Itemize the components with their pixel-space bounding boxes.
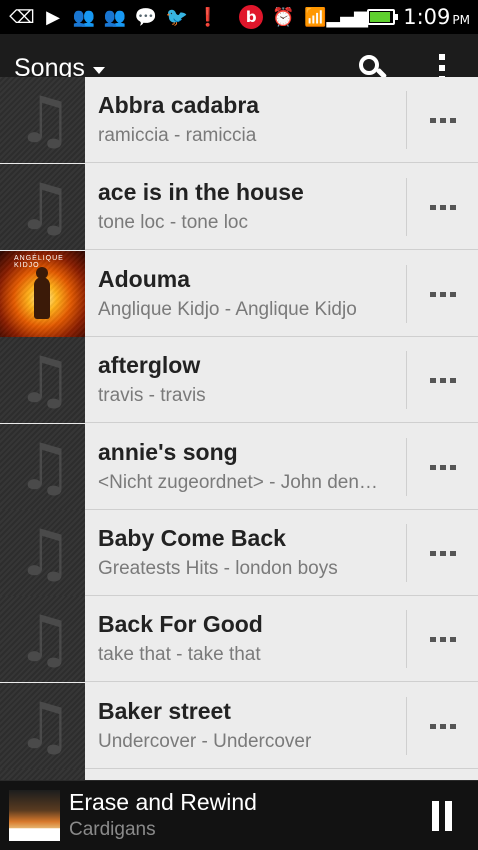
song-title: Abbra cadabra	[98, 92, 260, 118]
song-row[interactable]: ♫ Baby Come Back Greatests Hits - london…	[0, 510, 478, 596]
album-art-placeholder: ♫	[0, 510, 85, 596]
album-art-placeholder: ♫	[0, 683, 85, 769]
song-row[interactable]: ♫	[0, 769, 478, 780]
pause-button[interactable]	[430, 801, 454, 831]
system-icons: b ⏰ 📶 ▂▄▆ 1:09 PM	[239, 4, 470, 30]
song-subtitle: Greatests Hits - london boys	[98, 558, 338, 579]
now-playing-title: Erase and Rewind	[69, 789, 257, 815]
song-options-button[interactable]	[420, 454, 466, 480]
song-title: Baby Come Back	[98, 525, 286, 551]
notification-icons: ⌫ ▶ 👥 👥 💬 🐦 ❗	[9, 4, 220, 30]
alert-icon: ❗	[196, 6, 220, 28]
song-subtitle: Anglique Kidjo - Anglique Kidjo	[98, 299, 357, 320]
song-subtitle: tone loc - tone loc	[98, 212, 248, 233]
song-title: afterglow	[98, 352, 201, 378]
song-row[interactable]: ♫ ace is in the house tone loc - tone lo…	[0, 164, 478, 250]
song-row[interactable]: ♫ Baker street Undercover - Undercover	[0, 683, 478, 769]
twitter-icon: 🐦	[165, 6, 189, 28]
song-row[interactable]: ♫ annie's song <Nicht zugeordnet> - John…	[0, 424, 478, 510]
status-bar: ⌫ ▶ 👥 👥 💬 🐦 ❗ b ⏰ 📶 ▂▄▆ 1:09 PM	[0, 0, 478, 34]
album-art-placeholder: ♫	[0, 77, 85, 163]
song-subtitle: take that - take that	[98, 644, 261, 665]
alarm-icon: ⏰	[272, 6, 295, 28]
album-art-placeholder: ♫	[0, 424, 85, 510]
song-title: Baker street	[98, 698, 231, 724]
song-subtitle: ramiccia - ramiccia	[98, 125, 257, 146]
music-note-icon: ♫	[16, 84, 74, 158]
album-art-placeholder: ♫	[0, 164, 85, 250]
battery-icon	[367, 9, 399, 25]
song-options-button[interactable]	[420, 107, 466, 133]
song-list[interactable]: ♫ Abbra cadabra ramiccia - ramiccia ♫ ac…	[0, 77, 478, 780]
music-note-icon: ♫	[16, 431, 74, 505]
clock: 1:09 PM	[403, 5, 470, 29]
song-subtitle: <Nicht zugeordnet> - John den…	[98, 472, 378, 493]
album-art: ANGÉLIQUE KIDJO	[0, 251, 85, 337]
album-art-placeholder: ♫	[0, 337, 85, 423]
song-row[interactable]: ♫ Abbra cadabra ramiccia - ramiccia	[0, 77, 478, 163]
play-icon: ▶	[46, 6, 60, 28]
music-note-icon: ♫	[16, 171, 74, 245]
music-note-icon: ♫	[16, 603, 74, 677]
beats-icon: b	[239, 5, 264, 29]
song-row[interactable]: ♫ Back For Good take that - take that	[0, 596, 478, 682]
wifi-icon: 📶	[304, 6, 327, 28]
now-playing-artist: Cardigans	[69, 819, 156, 840]
song-title: annie's song	[98, 439, 238, 465]
song-title: ace is in the house	[98, 179, 304, 205]
song-subtitle: travis - travis	[98, 385, 206, 406]
music-note-icon: ♫	[16, 344, 74, 418]
music-note-icon: ♫	[16, 690, 74, 764]
people-icon: 👥	[72, 6, 96, 28]
song-title: Adouma	[98, 266, 190, 292]
now-playing-bar[interactable]: Erase and Rewind Cardigans	[0, 780, 478, 850]
music-note-icon: ♫	[16, 517, 74, 591]
song-options-button[interactable]	[420, 281, 466, 307]
now-playing-album-art	[9, 790, 60, 841]
chat-icon: 💬	[134, 6, 158, 28]
song-options-button[interactable]	[420, 194, 466, 220]
song-subtitle: Undercover - Undercover	[98, 731, 312, 752]
song-options-button[interactable]	[420, 540, 466, 566]
back-icon: ⌫	[9, 6, 35, 28]
song-row[interactable]: ANGÉLIQUE KIDJO Adouma Anglique Kidjo - …	[0, 251, 478, 337]
song-options-button[interactable]	[420, 626, 466, 652]
song-title: Back For Good	[98, 611, 263, 637]
signal-icon: ▂▄▆	[326, 6, 368, 28]
people-icon: 👥	[103, 6, 127, 28]
song-row[interactable]: ♫ afterglow travis - travis	[0, 337, 478, 423]
album-art-placeholder: ♫	[0, 769, 85, 780]
song-options-button[interactable]	[420, 367, 466, 393]
album-art-placeholder: ♫	[0, 596, 85, 682]
song-options-button[interactable]	[420, 713, 466, 739]
chevron-down-icon	[92, 67, 105, 74]
